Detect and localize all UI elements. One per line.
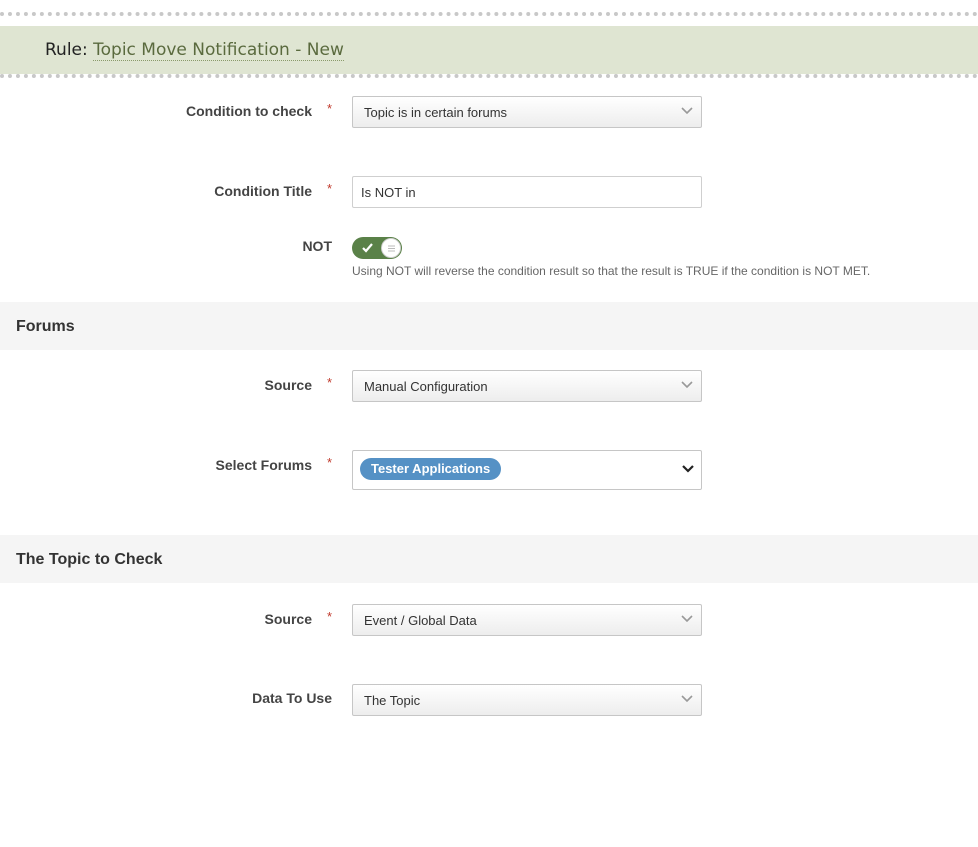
not-label: NOT	[302, 238, 332, 254]
chevron-down-icon	[681, 381, 693, 389]
required-marker: *	[327, 609, 333, 624]
required-marker: *	[327, 455, 333, 470]
chevron-down-icon	[682, 465, 694, 473]
required-marker: *	[327, 181, 333, 196]
data-to-use-label: Data To Use	[252, 690, 332, 706]
condition-select[interactable]: Topic is in certain forums	[352, 96, 702, 128]
topic-source-label: Source	[264, 611, 312, 627]
topic-section-header: The Topic to Check	[0, 535, 978, 583]
section-title: The Topic to Check	[16, 551, 163, 568]
condition-select-value: Topic is in certain forums	[364, 105, 508, 120]
chevron-down-icon	[681, 615, 693, 623]
check-icon	[362, 243, 373, 253]
topic-source-value: Event / Global Data	[364, 613, 477, 628]
toggle-knob	[381, 238, 401, 258]
forums-source-select[interactable]: Manual Configuration	[352, 370, 702, 402]
rule-name-link[interactable]: Topic Move Notification - New	[93, 40, 344, 61]
select-forums-label: Select Forums	[215, 457, 312, 473]
page-title: Rule: Topic Move Notification - New	[45, 40, 344, 61]
required-marker: *	[327, 101, 333, 116]
forums-source-value: Manual Configuration	[364, 379, 488, 394]
chevron-down-icon	[681, 695, 693, 703]
chevron-down-icon	[681, 107, 693, 115]
data-to-use-select[interactable]: The Topic	[352, 684, 702, 716]
select-forums-multiselect[interactable]: Tester Applications	[352, 450, 702, 490]
data-to-use-value: The Topic	[364, 693, 421, 708]
condition-title-value: Is NOT in	[361, 185, 416, 200]
grip-icon	[388, 245, 395, 252]
condition-title-label: Condition Title	[214, 183, 312, 199]
rule-prefix: Rule:	[45, 40, 88, 60]
forums-source-label: Source	[264, 377, 312, 393]
forum-tag[interactable]: Tester Applications	[360, 458, 502, 480]
not-hint-text: Using NOT will reverse the condition res…	[352, 264, 871, 278]
condition-title-input[interactable]: Is NOT in	[352, 176, 702, 208]
not-toggle[interactable]	[352, 237, 402, 259]
condition-label: Condition to check	[186, 103, 312, 119]
top-dotted-divider	[0, 12, 978, 16]
section-title: Forums	[16, 318, 75, 335]
forums-section-header: Forums	[0, 302, 978, 350]
rule-header: Rule: Topic Move Notification - New	[0, 26, 978, 74]
header-dotted-divider	[0, 74, 978, 78]
topic-source-select[interactable]: Event / Global Data	[352, 604, 702, 636]
required-marker: *	[327, 375, 333, 390]
